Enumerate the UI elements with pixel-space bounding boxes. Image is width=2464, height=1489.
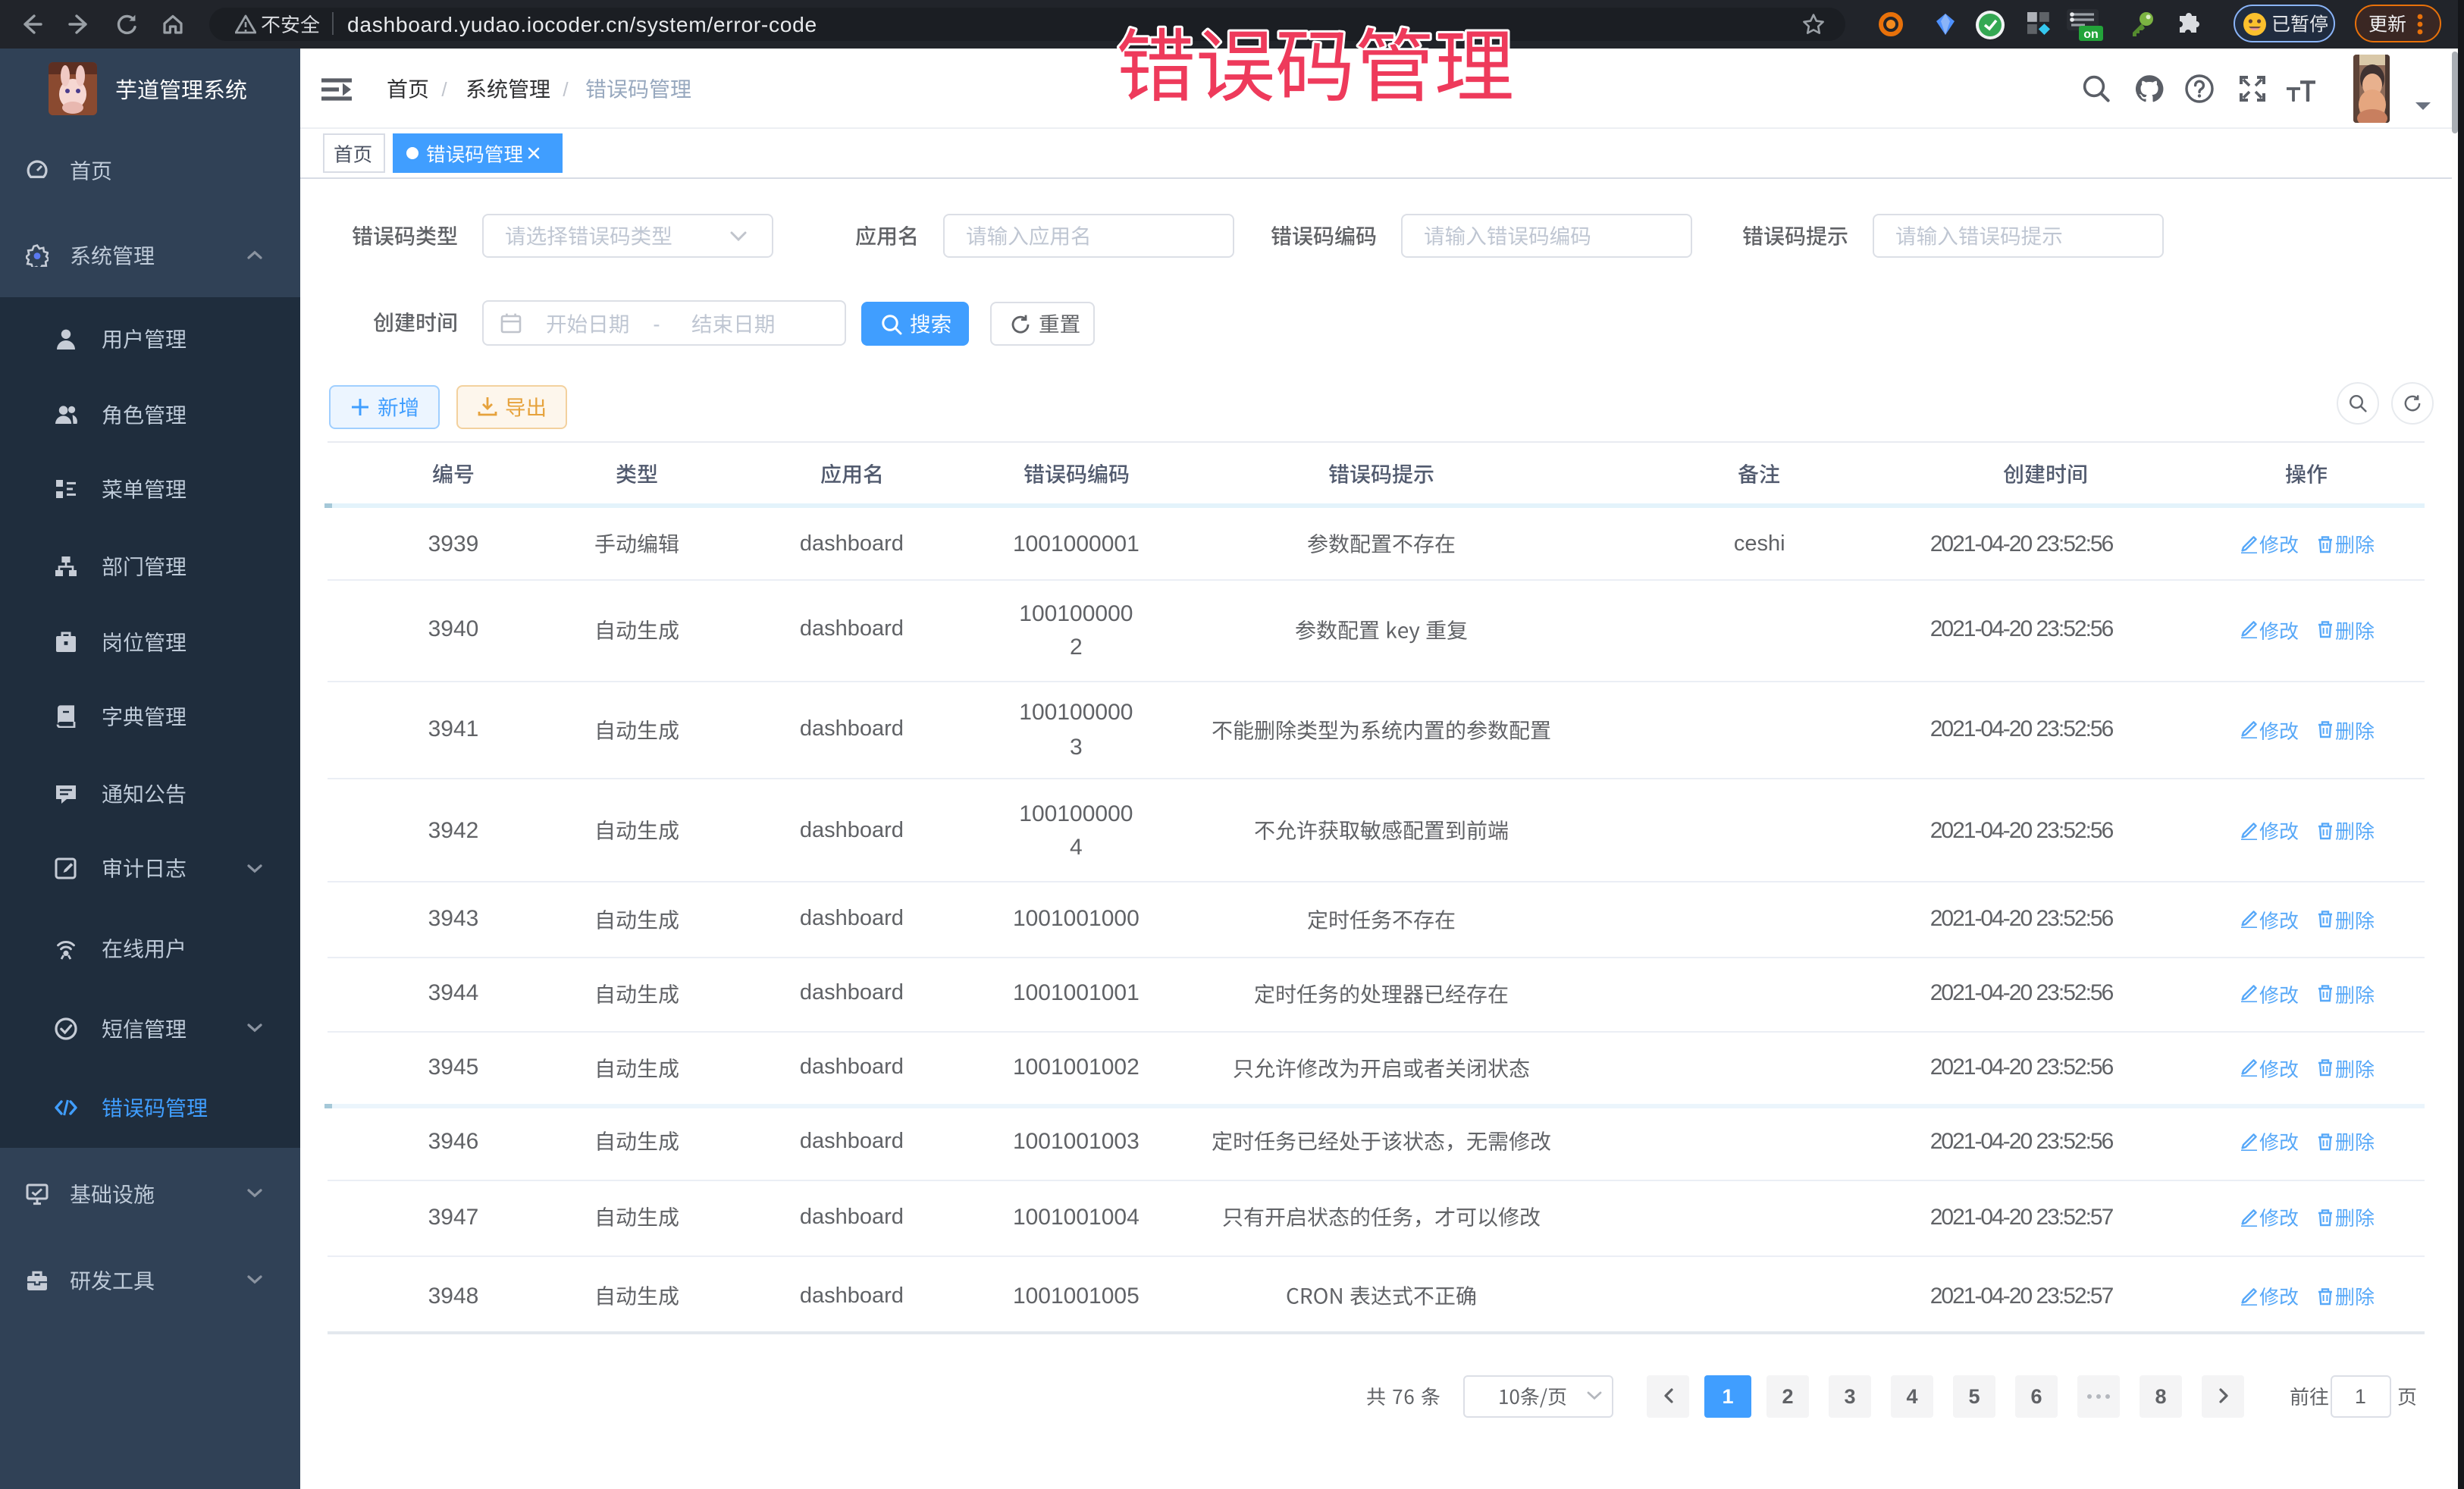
svg-text:on: on	[2083, 28, 2099, 41]
